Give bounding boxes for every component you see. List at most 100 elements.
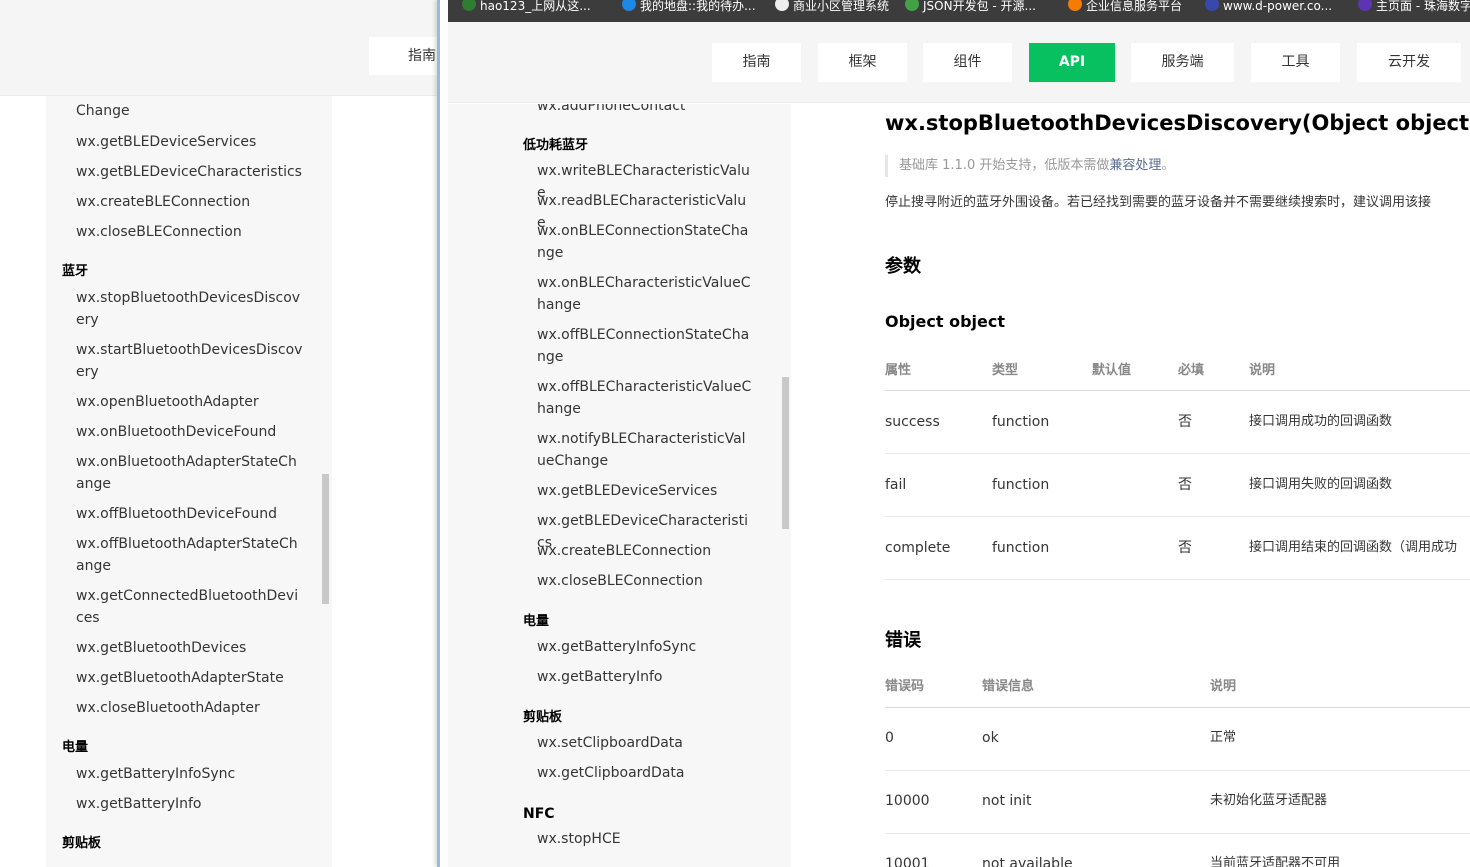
table-divider: [885, 579, 1470, 580]
bookmark-hao123[interactable]: hao123_上网从这...: [460, 0, 591, 22]
errors-heading: 错误: [885, 630, 921, 651]
params-table-header: 属性 类型 默认值 必填 说明: [885, 360, 1470, 382]
page-icon: [775, 0, 789, 11]
page-title: wx.stopBluetoothDevicesDiscovery(Object …: [885, 111, 1470, 135]
bg-sidebar-item[interactable]: Change: [76, 100, 304, 122]
bg-sidebar-item[interactable]: wx.closeBluetoothAdapter: [76, 697, 304, 719]
bg-sidebar-item[interactable]: wx.onBluetoothDeviceFound: [76, 421, 304, 443]
nav-tools[interactable]: 工具: [1251, 43, 1340, 82]
bookmark-label: hao123_上网从这...: [480, 0, 591, 13]
hao123-icon: [462, 0, 476, 11]
error-msg: ok: [982, 730, 999, 746]
sidebar-group-nfc: NFC: [523, 806, 555, 822]
nav-guide[interactable]: 指南: [712, 43, 801, 82]
param-required: 否: [1178, 477, 1192, 493]
bg-sidebar-item[interactable]: wx.stopBluetoothDevicesDiscovery: [76, 287, 304, 331]
api-content: wx.stopBluetoothDevicesDiscovery(Object …: [885, 104, 1470, 867]
sidebar-scrollbar[interactable]: [782, 377, 789, 529]
dpower-icon: [1205, 0, 1219, 11]
bg-sidebar: Change wx.getBLEDeviceServices wx.getBLE…: [46, 96, 332, 867]
param-desc: 接口调用成功的回调函数: [1249, 414, 1393, 429]
nav-api[interactable]: API: [1029, 43, 1115, 82]
bookmark-label: 商业小区管理系统: [793, 0, 890, 13]
table-divider: [885, 390, 1470, 391]
param-required: 否: [1178, 540, 1192, 556]
table-divider: [885, 833, 1470, 834]
sidebar-item[interactable]: wx.getClipboardData: [537, 762, 752, 784]
error-desc: 当前蓝牙适配器不可用: [1210, 856, 1341, 867]
enterprise-icon: [1068, 0, 1082, 11]
bg-sidebar-item[interactable]: wx.getBluetoothDevices: [76, 637, 304, 659]
bg-sidebar-item[interactable]: wx.getConnectedBluetoothDevices: [76, 585, 304, 629]
sidebar-item[interactable]: wx.getBLEDeviceServices: [537, 480, 752, 502]
bg-sidebar-item[interactable]: wx.getBatteryInfo: [76, 793, 304, 815]
nav-server[interactable]: 服务端: [1131, 43, 1234, 82]
param-name: success: [885, 414, 940, 430]
bookmark-label: 主页面 - 珠海数字: [1376, 0, 1470, 13]
bookmark-homepage[interactable]: 主页面 - 珠海数字: [1356, 0, 1470, 22]
sidebar-group-ble: 低功耗蓝牙: [523, 138, 589, 153]
bg-group-bluetooth: 蓝牙: [62, 264, 89, 279]
sidebar-item[interactable]: wx.addPhoneContact: [537, 104, 752, 117]
error-code: 10000: [885, 793, 930, 809]
bookmark-label: JSON开发包 - 开源...: [923, 0, 1036, 13]
api-description: 停止搜寻附近的蓝牙外围设备。若已经找到需要的蓝牙设备并不需要继续搜索时，建议调用…: [885, 195, 1432, 210]
sidebar-item[interactable]: wx.offBLECharacteristicValueChange: [537, 376, 752, 420]
sidebar-item[interactable]: wx.setClipboardData: [537, 732, 752, 754]
bg-sidebar-item[interactable]: wx.onBluetoothAdapterStateChange: [76, 451, 304, 495]
page-viewport: 指南 框架 组件 API 服务端 工具 云开发 wx.addPhoneConta…: [448, 22, 1470, 867]
bookmark-bar: hao123_上网从这... 我的地盘::我的待办... 商业小区管理系统 JS…: [448, 0, 1470, 22]
bookmark-json[interactable]: JSON开发包 - 开源...: [903, 0, 1036, 22]
compat-link[interactable]: 兼容处理: [1109, 158, 1161, 173]
globe-icon: [622, 0, 636, 11]
errors-table-header: 错误码 错误信息 说明: [885, 676, 1470, 698]
bookmark-community-admin[interactable]: 商业小区管理系统: [773, 0, 889, 22]
bg-sidebar-item[interactable]: wx.openBluetoothAdapter: [76, 391, 304, 413]
col-header: 错误信息: [982, 679, 1035, 694]
sidebar-group-clipboard: 剪贴板: [523, 710, 563, 725]
sidebar-item[interactable]: wx.getBatteryInfo: [537, 666, 752, 688]
bg-sidebar-item[interactable]: wx.getBLEDeviceCharacteristics: [76, 161, 304, 183]
sidebar-item[interactable]: wx.stopHCE: [537, 828, 752, 850]
sidebar-item[interactable]: wx.offBLEConnectionStateChange: [537, 324, 752, 368]
sidebar-group-battery: 电量: [523, 614, 550, 629]
table-row: success function 否 接口调用成功的回调函数: [885, 411, 1470, 433]
col-header: 错误码: [885, 679, 925, 694]
bg-nav-guide[interactable]: 指南: [369, 37, 440, 75]
bg-sidebar-item[interactable]: wx.getBluetoothAdapterState: [76, 667, 304, 689]
sidebar-item[interactable]: wx.onBLECharacteristicValueChange: [537, 272, 752, 316]
bookmark-enterprise[interactable]: 企业信息服务平台: [1066, 0, 1182, 22]
table-divider: [885, 707, 1470, 708]
col-header: 说明: [1249, 363, 1276, 378]
bg-sidebar-item[interactable]: wx.startBluetoothDevicesDiscovery: [76, 339, 304, 383]
param-desc: 接口调用结束的回调函数（调用成功: [1249, 540, 1458, 555]
sidebar-item[interactable]: wx.onBLEConnectionStateChange: [537, 220, 752, 264]
bg-sidebar-item[interactable]: wx.createBLEConnection: [76, 191, 304, 213]
sidebar-item[interactable]: wx.notifyBLECharacteristicValueChange: [537, 428, 752, 472]
error-desc: 未初始化蓝牙适配器: [1210, 793, 1328, 808]
param-name: complete: [885, 540, 951, 556]
bg-header: 指南: [0, 0, 440, 96]
sidebar-item[interactable]: wx.closeBLEConnection: [537, 570, 752, 592]
bg-sidebar-item[interactable]: wx.getBLEDeviceServices: [76, 131, 304, 153]
bg-sidebar-item[interactable]: wx.offBluetoothAdapterStateChange: [76, 533, 304, 577]
error-code: 0: [885, 730, 894, 746]
bg-sidebar-item[interactable]: wx.closeBLEConnection: [76, 221, 304, 243]
sidebar-item[interactable]: wx.getBatteryInfoSync: [537, 636, 752, 658]
compat-text: 基础库 1.1.0 开始支持，低版本需做: [899, 158, 1110, 173]
background-window: 指南 Change wx.getBLEDeviceServices wx.get…: [0, 0, 440, 867]
bg-sidebar-item[interactable]: wx.getBatteryInfoSync: [76, 763, 304, 785]
nav-cloud-dev[interactable]: 云开发: [1357, 43, 1461, 82]
bookmark-my-todo[interactable]: 我的地盘::我的待办...: [620, 0, 756, 22]
bg-sidebar-item[interactable]: wx.offBluetoothDeviceFound: [76, 503, 304, 525]
nav-framework[interactable]: 框架: [818, 43, 907, 82]
sidebar-item[interactable]: wx.createBLEConnection: [537, 540, 752, 562]
col-header: 说明: [1210, 679, 1237, 694]
col-header: 默认值: [1092, 363, 1132, 378]
bookmark-label: 企业信息服务平台: [1086, 0, 1183, 13]
bookmark-dpower[interactable]: www.d-power.co...: [1203, 0, 1332, 22]
params-heading: 参数: [885, 256, 921, 277]
nav-components[interactable]: 组件: [923, 43, 1012, 82]
bg-sidebar-scrollbar[interactable]: [322, 474, 329, 604]
param-desc: 接口调用失败的回调函数: [1249, 477, 1393, 492]
